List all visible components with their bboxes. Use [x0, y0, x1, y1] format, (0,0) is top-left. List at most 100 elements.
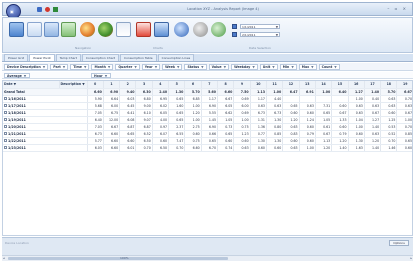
- table-cell: 1.27: [364, 116, 382, 124]
- chevron-down-icon: ▼: [272, 64, 275, 69]
- row-field-description[interactable]: Description ▼: [59, 81, 88, 89]
- table-cell: 9.40: [119, 88, 137, 96]
- expand-icon[interactable]: [4, 104, 7, 107]
- pivot-field-button[interactable]: Week ▼: [162, 63, 183, 70]
- calendar-to-icon[interactable]: [232, 32, 237, 37]
- grid-view-button[interactable]: [44, 22, 59, 37]
- row-label[interactable]: 1/23/2011: [3, 144, 88, 152]
- pivot-field-button[interactable]: Device Description ▼: [4, 63, 49, 70]
- table-cell: 1.20: [364, 137, 382, 145]
- aggregation-field[interactable]: Average ▼: [4, 73, 30, 78]
- row-label[interactable]: 1/22/2011: [3, 137, 88, 145]
- table-cell: 1.60: [168, 102, 186, 110]
- row-label[interactable]: 1/18/2011: [3, 109, 88, 117]
- pivot-field-label: Count: [321, 64, 333, 69]
- table-cell: 6.95: [152, 95, 170, 103]
- scroll-thumb[interactable]: [8, 257, 228, 260]
- table-cell: 7.31: [315, 102, 333, 110]
- expand-icon[interactable]: [4, 111, 7, 114]
- table-cell: 6.30: [135, 88, 153, 96]
- table-cell: 6.40: [331, 88, 349, 96]
- pivot-field-button[interactable]: Min ▼: [279, 63, 297, 70]
- pivot-field-button[interactable]: Quarter ▼: [115, 63, 140, 70]
- bar-chart-button[interactable]: [116, 22, 131, 37]
- table-cell: 0.70: [380, 137, 398, 145]
- title-bar: ▣ Location XYZ - Analysis Report (Image …: [2, 2, 413, 19]
- horizontal-scrollbar[interactable]: ◂ 100% ▸: [2, 255, 413, 261]
- first-record-button[interactable]: [9, 22, 24, 37]
- pie-chart-button[interactable]: [80, 22, 95, 37]
- globe-icon[interactable]: [174, 22, 189, 37]
- donut-chart-button[interactable]: [98, 22, 113, 37]
- pivot-field-label: Status: [187, 64, 200, 69]
- table-cell: 6.67: [217, 95, 235, 103]
- table-cell: 1.17: [201, 95, 219, 103]
- tab-power-pivot[interactable]: Power Pivot: [29, 54, 55, 61]
- pivot-field-button[interactable]: Value ▼: [208, 63, 230, 70]
- table-cell: 1.30: [168, 88, 186, 96]
- row-label[interactable]: 1/16/2011: [3, 95, 88, 103]
- pivot-field-button[interactable]: Unit ▼: [259, 63, 278, 70]
- table-cell: 0.65: [396, 137, 412, 145]
- date-to-combo[interactable]: 2/1/2011 ▼: [240, 32, 280, 37]
- options-button[interactable]: Options: [389, 240, 409, 246]
- refresh-data-icon[interactable]: [211, 22, 226, 37]
- row-label[interactable]: 1/19/2011: [3, 116, 88, 124]
- table-row: 1/18/2011 7.05 6.75 6.41 6.10 6.05 0.65 1.20 5.5…: [3, 109, 412, 117]
- expand-icon[interactable]: [4, 125, 7, 128]
- pivot-field-button[interactable]: Max ▼: [298, 63, 317, 70]
- expand-icon[interactable]: [4, 139, 7, 142]
- table-cell: 6.03: [119, 95, 137, 103]
- table-cell: 1.46: [380, 144, 398, 152]
- report-button[interactable]: [154, 22, 169, 37]
- tab-consumption-chart[interactable]: Consumption Chart: [81, 54, 119, 61]
- table-cell: 0.63: [282, 123, 300, 131]
- column-field[interactable]: Hour ▼: [91, 73, 111, 78]
- table-view-button[interactable]: [61, 22, 76, 37]
- scroll-left-icon[interactable]: ◂: [3, 256, 5, 260]
- tab-temp-chart[interactable]: Temp Chart: [55, 54, 81, 61]
- window-controls[interactable]: – ▫ ×: [387, 6, 408, 11]
- row-label[interactable]: Grand Total: [3, 88, 88, 96]
- pdf-export-button[interactable]: [136, 22, 151, 37]
- prev-record-button[interactable]: [27, 22, 42, 37]
- tab-consumption-table[interactable]: Consumption Table: [120, 54, 157, 61]
- pivot-field-button[interactable]: Count ▼: [318, 63, 340, 70]
- col-header: 2: [119, 81, 137, 89]
- date-from-combo[interactable]: 1/1/2011 ▼: [240, 24, 280, 29]
- save-icon[interactable]: [37, 7, 42, 12]
- table-cell: 0.60: [299, 123, 316, 131]
- pivot-field-button[interactable]: Part ▼: [50, 63, 69, 70]
- expand-icon[interactable]: [4, 146, 7, 149]
- calendar-from-icon[interactable]: [232, 24, 237, 29]
- table-cell: 6.67: [396, 88, 412, 96]
- table-cell: 6.52: [135, 130, 153, 138]
- row-field-date[interactable]: Date ▼: [3, 81, 60, 89]
- pivot-field-button[interactable]: Status ▼: [184, 63, 207, 70]
- close-doc-icon[interactable]: [45, 7, 50, 12]
- row-label[interactable]: 1/17/2011: [3, 102, 88, 110]
- tab-power-grid[interactable]: Power Grid: [4, 54, 29, 61]
- table-cell: 0.65: [168, 109, 186, 117]
- expand-icon[interactable]: [4, 132, 7, 135]
- scroll-right-icon[interactable]: ▸: [410, 256, 412, 260]
- row-label[interactable]: 1/21/2011: [3, 130, 88, 138]
- expand-icon[interactable]: [4, 118, 7, 121]
- table-row: Grand Total 6.60 6.90 9.40 6.30 2.40 1.30 5.70 5…: [3, 88, 412, 96]
- table-cell: 1.40: [331, 144, 349, 152]
- pivot-field-label: Unit: [262, 64, 271, 69]
- pivot-field-button[interactable]: Weekday ▼: [231, 63, 258, 70]
- table-cell: 5.55: [201, 109, 219, 117]
- expand-icon[interactable]: [4, 97, 7, 100]
- application-window: ▣ Location XYZ - Analysis Report (Image …: [0, 0, 415, 265]
- pivot-field-button[interactable]: Time ▼: [70, 63, 90, 70]
- pivot-field-button[interactable]: Year ▼: [141, 63, 161, 70]
- row-label[interactable]: 1/20/2011: [3, 123, 88, 131]
- camera-icon[interactable]: [193, 22, 208, 37]
- table-cell: 6.41: [119, 109, 137, 117]
- table-cell: 6.64: [103, 95, 121, 103]
- table-cell: 6.00: [233, 102, 251, 110]
- refresh-icon[interactable]: [53, 7, 58, 12]
- pivot-field-button[interactable]: Month ▼: [91, 63, 114, 70]
- tab-consumption-lines[interactable]: Consumption Lines: [157, 54, 195, 61]
